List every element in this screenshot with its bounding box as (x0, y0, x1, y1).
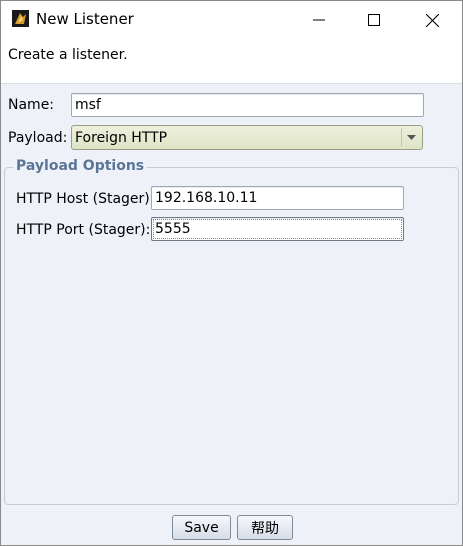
new-listener-dialog: New Listener Create a listener. Name: Pa… (0, 0, 463, 546)
close-button[interactable] (409, 1, 455, 39)
help-button[interactable]: 帮助 (237, 515, 293, 540)
description-panel: Create a listener. (1, 39, 462, 84)
http-host-label: HTTP Host (Stager): (16, 191, 155, 207)
minimize-button[interactable] (296, 1, 342, 39)
payload-label: Payload: (8, 130, 68, 146)
maximize-icon (368, 14, 380, 26)
name-field[interactable] (71, 93, 424, 117)
http-port-label: HTTP Port (Stager): (16, 222, 151, 238)
title-bar[interactable]: New Listener (1, 1, 462, 39)
payload-select[interactable]: Foreign HTTP (71, 125, 423, 150)
cobalt-strike-icon (12, 10, 29, 27)
save-button[interactable]: Save (172, 515, 231, 540)
close-icon (425, 13, 439, 27)
http-host-field[interactable] (151, 186, 404, 210)
name-label: Name: (8, 97, 55, 113)
payload-options-title: Payload Options (13, 158, 148, 174)
payload-dropdown-button[interactable] (401, 128, 420, 147)
http-port-field[interactable] (151, 217, 404, 241)
payload-selected-value: Foreign HTTP (75, 130, 168, 146)
maximize-button[interactable] (351, 1, 397, 39)
chevron-down-icon (406, 135, 416, 140)
window-title: New Listener (36, 10, 134, 28)
description-text: Create a listener. (8, 47, 128, 63)
minimize-icon (313, 19, 325, 21)
